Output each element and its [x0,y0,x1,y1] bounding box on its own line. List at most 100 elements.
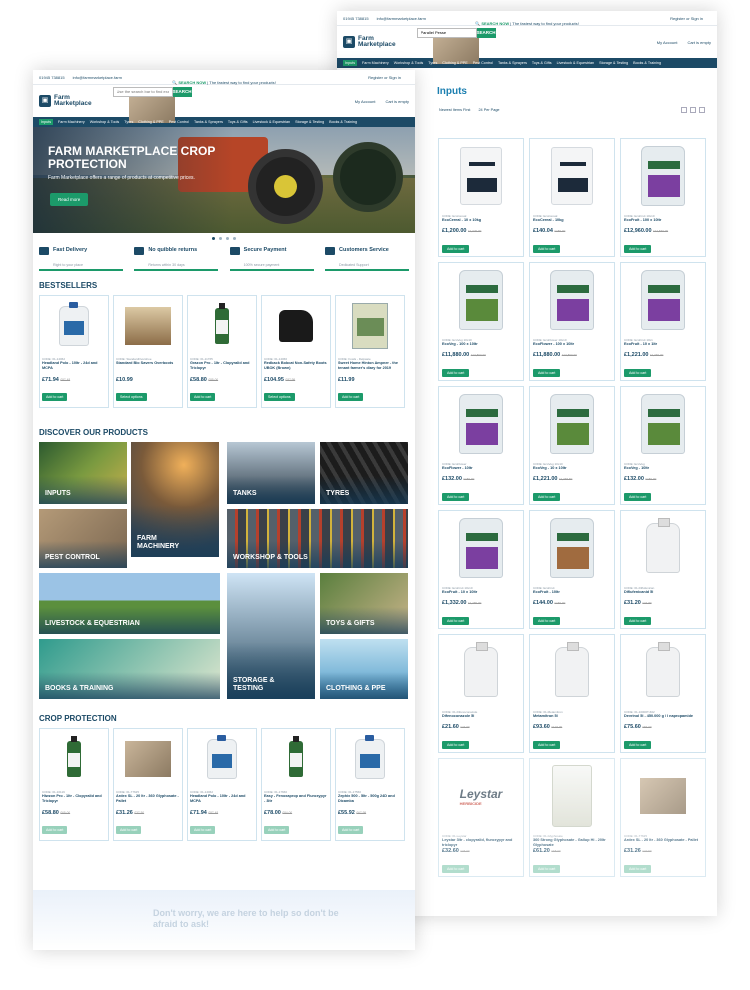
add-to-cart-button[interactable]: Add to cart [533,493,561,501]
nav-item[interactable]: Pest Control [169,120,189,124]
product-image[interactable] [624,142,702,210]
nav-item[interactable]: Farm Machinery [58,120,85,124]
product-name[interactable]: EcoFlower - 10ltr [442,466,520,475]
nav-item[interactable]: Storage & Testing [295,120,324,124]
phone-link[interactable]: 01945 738815 [39,75,65,80]
add-to-cart-button[interactable]: Add to cart [624,493,652,501]
add-to-cart-button[interactable]: Add to cart [624,245,652,253]
add-to-cart-button[interactable]: Add to cart [264,826,290,834]
product-card[interactable]: CODE: 01-14062 Headland Polo - 10ltr - 24… [39,295,109,408]
product-name[interactable]: Leystar 3ltr - clopyralid, fluroxypyr an… [442,838,520,847]
product-image[interactable] [624,390,702,458]
nav-item[interactable]: Storage & Testing [599,61,628,65]
search-input[interactable] [112,86,173,97]
nav-item[interactable]: Livestock & Equestrian [253,120,291,124]
product-image[interactable] [442,266,520,334]
add-to-cart-button[interactable]: Add to cart [624,617,652,625]
cart-link[interactable]: Cart is empty [687,40,711,45]
product-name[interactable]: EcoCereal - 10 x 10kg [442,218,520,227]
add-to-cart-button[interactable]: Add to cart [42,826,68,834]
add-to-cart-button[interactable]: Add to cart [624,865,652,873]
product-name[interactable]: Grazon Pro - 1ltr - Clopyralid and Tricl… [190,361,254,375]
search-button[interactable]: SEARCH [172,86,192,97]
product-image[interactable] [190,731,254,787]
category-tile-farm-machinery[interactable]: FARM MACHINERY [131,442,219,557]
category-tile-tanks[interactable]: TANKS [227,442,315,504]
product-card[interactable]: CODE: EcoFruit 10x1 EcoFruit - 10 x 1ltr £… [620,262,706,381]
product-image[interactable] [533,266,611,334]
nav-item[interactable]: Workshop & Tools [90,120,120,124]
product-card[interactable]: CODE: 01-17560 Zephix 500 - 5ltr - 500g 2… [335,728,405,841]
product-image[interactable] [624,514,702,582]
search-button[interactable]: SEARCH [476,27,496,38]
product-card[interactable]: CODE: 01-17660 Easy - Fenoxaprop and Flur… [261,728,331,841]
product-name[interactable]: Ardex SL - 20 ltr - 360 Glyphosate - Pal… [116,794,180,808]
product-image[interactable] [116,298,180,354]
product-name[interactable]: Metamitron 5l [533,714,611,723]
add-to-cart-button[interactable]: Add to cart [533,369,561,377]
carousel-dot[interactable] [233,236,236,240]
product-image[interactable] [264,731,328,787]
nav-item[interactable]: Tyres [428,61,437,65]
product-image[interactable] [533,142,611,210]
category-tile-livestock-equestrian[interactable]: LIVESTOCK & EQUESTRIAN [39,573,220,634]
per-page-select[interactable]: 24 Per Page [478,108,499,112]
phone-link[interactable]: 01945 738815 [343,16,369,21]
product-image[interactable] [533,638,611,706]
product-name[interactable]: Headland Polo - 10ltr - 24d and MCPA [190,794,254,808]
add-to-cart-button[interactable]: Add to cart [116,826,142,834]
add-to-cart-button[interactable]: Add to cart [338,393,364,401]
product-card[interactable]: CODE: 01-10119 Hiwzon Pro - 1ltr - Clopyr… [39,728,109,841]
nav-item[interactable]: Inputs [343,60,358,66]
product-name[interactable]: Ardex SL - 20 ltr - 360 Glyphosate - Pal… [624,838,702,847]
nav-item[interactable]: Clothing & PPE [442,61,467,65]
add-to-cart-button[interactable]: Add to cart [442,617,470,625]
product-image[interactable] [42,298,106,354]
product-card[interactable]: CODE: 01-Metamitron Metamitron 5l £93.60 £… [529,634,615,753]
product-image[interactable] [533,514,611,582]
product-image[interactable] [442,638,520,706]
product-card[interactable]: CODE: 01-77625 Ardex SL - 20 ltr - 360 Gl… [620,758,706,877]
email-link[interactable]: info@farmmarketplace.farm [377,16,426,21]
product-name[interactable]: Diflufenicanid 5l [624,590,702,599]
product-name[interactable]: Redback Bobcat Non-Safety Boots UBOK (Br… [264,361,328,375]
category-tile-pest-control[interactable]: PEST CONTROL [39,509,127,568]
product-image[interactable] [624,762,702,830]
product-card[interactable]: CODE: EcoFruit EcoFruit - 10ltr £144.00 £1… [529,510,615,629]
nav-item[interactable]: Tyres [124,120,133,124]
read-more-button[interactable]: Read more [50,193,89,206]
product-name[interactable]: EcoFruit - 10 x 10ltr [442,590,520,599]
add-to-cart-button[interactable]: Add to cart [442,245,470,253]
product-image[interactable] [624,266,702,334]
product-card[interactable]: CODE: EcoFruit 10x10 EcoFruit - 10 x 10lt… [438,510,524,629]
my-account-link[interactable]: My Account [355,99,376,104]
email-link[interactable]: info@farmmarketplace.farm [73,75,122,80]
register-link[interactable]: Register or Sign in [670,16,703,21]
nav-item[interactable]: Books & Training [329,120,357,124]
product-image[interactable] [42,731,106,787]
product-card[interactable]: CODE: EcoCereal EcoCereal - 10kg £140.04 £… [529,138,615,257]
compact-view-icon[interactable] [699,107,705,113]
sort-select[interactable]: Newest Items First [439,108,470,112]
category-tile-inputs[interactable]: INPUTS [39,442,127,504]
cart-link[interactable]: Cart is empty [385,99,409,104]
product-name[interactable]: EcoFruit - 10ltr [533,590,611,599]
nav-item[interactable]: Inputs [39,119,54,125]
product-name[interactable]: EcoVeg - 100 x 10ltr [442,342,520,351]
product-card[interactable]: CODE: 01-Difenoconazole Difenoconazole 5l… [438,634,524,753]
nav-item[interactable]: Toys & Gifts [532,61,552,65]
search-input[interactable] [416,27,477,38]
category-tile-tyres[interactable]: TYRES [320,442,408,504]
add-to-cart-button[interactable]: Add to cart [533,741,561,749]
product-name[interactable]: Hiwzon Pro - 1ltr - Clopyralid and Tricl… [42,794,106,808]
product-name[interactable]: EcoVeg - 10 x 10ltr [533,466,611,475]
add-to-cart-button[interactable]: Add to cart [442,741,470,749]
nav-item[interactable]: Workshop & Tools [394,61,424,65]
product-card[interactable]: CODE: 01-14066 Redback Bobcat Non-Safety … [261,295,331,408]
category-tile-workshop-tools[interactable]: WORKSHOP & TOOLS [227,509,408,568]
product-card[interactable]: CODE: EcoVeg EcoVeg - 10ltr £132.00 £150.0… [620,386,706,505]
product-name[interactable]: Headland Polo - 10ltr - 24d and MCPA [42,361,106,375]
logo[interactable]: ▣ Farm Marketplace [39,94,129,107]
product-image[interactable] [116,731,180,787]
grid-view-icon[interactable] [681,107,687,113]
